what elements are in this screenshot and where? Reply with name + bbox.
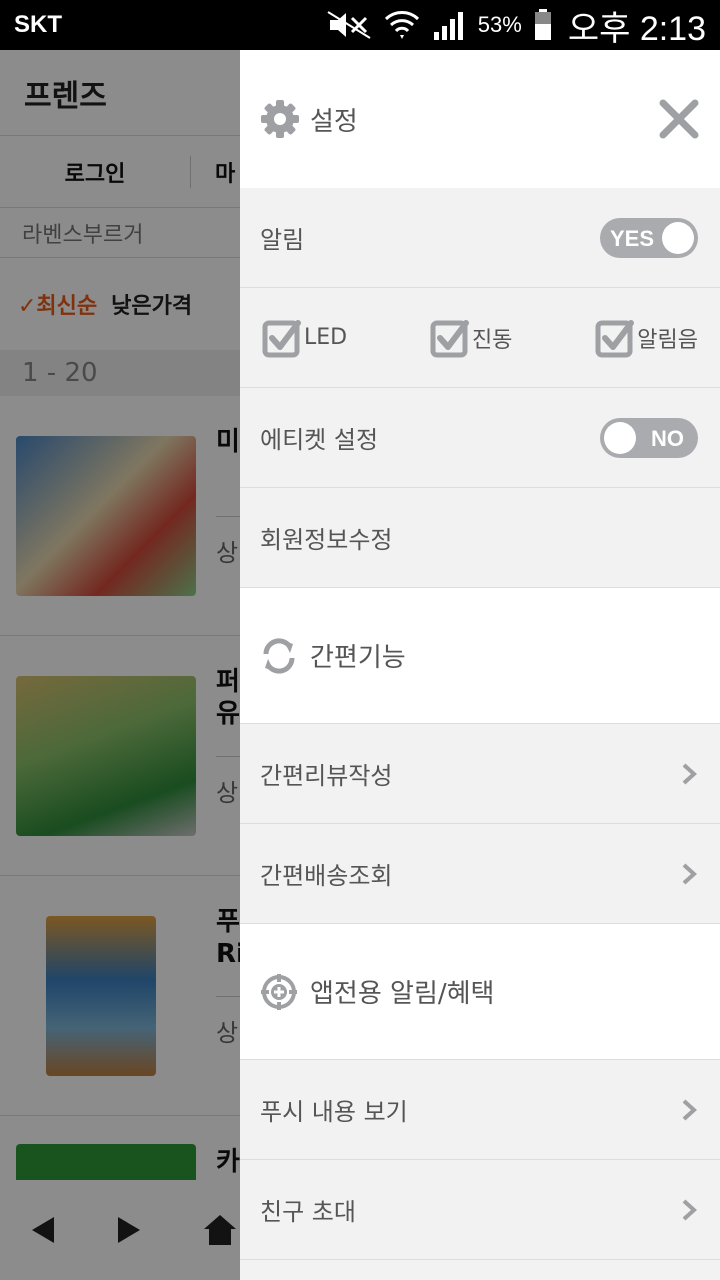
quick-delivery-label: 간편배송조회 [260, 862, 393, 890]
notification-label: 알림 [260, 226, 305, 254]
wifi-icon [384, 11, 419, 39]
invite-friends-row[interactable]: 친구 초대 [240, 1160, 720, 1260]
close-icon [659, 99, 699, 139]
toggle-state: NO [651, 425, 684, 451]
etiquette-toggle[interactable]: NO [600, 417, 698, 458]
checkbox-checked-icon [430, 319, 469, 357]
quick-section-title: 간편기능 [310, 643, 406, 673]
settings-title: 설정 [310, 106, 358, 137]
app-only-section-title: 앱전용 알림/혜택 [310, 979, 495, 1009]
chevron-right-icon [682, 1199, 697, 1220]
chevron-right-icon [682, 863, 697, 884]
toggle-knob [604, 421, 636, 454]
quick-review-label: 간편리뷰작성 [260, 762, 393, 790]
toggle-state: YES [610, 225, 655, 251]
etiquette-row: 에티켓 설정 NO [240, 388, 720, 488]
checkbox-led[interactable]: LED [262, 318, 347, 358]
member-edit-label: 회원정보수정 [260, 526, 393, 554]
refresh-icon [263, 637, 295, 674]
chevron-right-icon [682, 763, 697, 784]
checkbox-label: 알림음 [637, 327, 698, 353]
settings-drawer: 설정 알림 YES LED 진동 알림음 에티켓 설정 NO 회원정보수정 간편… [240, 50, 720, 1280]
battery-icon [534, 9, 551, 40]
quick-delivery-row[interactable]: 간편배송조회 [240, 824, 720, 924]
chevron-right-icon [682, 1099, 697, 1120]
status-bar: SKT 53% 오후 2:13 [0, 0, 720, 50]
gear-icon [261, 100, 299, 138]
app-screen: SKT 53% 오후 2:13 프렌즈 로그인 마 라벤스부르거 ✓최신순 낮은… [0, 0, 720, 1280]
notification-row: 알림 YES [240, 188, 720, 288]
target-plus-icon [261, 973, 297, 1010]
close-button[interactable] [658, 98, 700, 140]
carrier-label: SKT [14, 11, 62, 38]
quick-review-row[interactable]: 간편리뷰작성 [240, 724, 720, 824]
clock: 오후 2:13 [567, 9, 706, 48]
checkbox-sound[interactable]: 알림음 [595, 318, 698, 358]
checkbox-checked-icon [262, 319, 301, 357]
member-edit-row[interactable]: 회원정보수정 [240, 488, 720, 588]
invite-friends-label: 친구 초대 [260, 1198, 356, 1226]
toggle-knob [662, 221, 694, 254]
notification-options-row: LED 진동 알림음 [240, 288, 720, 388]
etiquette-label: 에티켓 설정 [260, 426, 379, 454]
checkbox-label: LED [304, 325, 348, 350]
signal-icon [433, 12, 463, 40]
checkbox-label: 진동 [471, 327, 513, 353]
settings-header: 설정 [240, 50, 720, 188]
battery-percent: 53% [477, 12, 522, 37]
push-content-label: 푸시 내용 보기 [260, 1098, 408, 1126]
quick-section-header: 간편기능 [240, 588, 720, 724]
checkbox-checked-icon [595, 319, 635, 357]
checkbox-vibration[interactable]: 진동 [430, 318, 512, 358]
push-content-row[interactable]: 푸시 내용 보기 [240, 1060, 720, 1160]
mute-icon [327, 11, 371, 39]
app-only-section-header: 앱전용 알림/혜택 [240, 924, 720, 1060]
status-icons: 53% 오후 2:13 [326, 1, 706, 50]
notification-toggle[interactable]: YES [600, 217, 698, 258]
